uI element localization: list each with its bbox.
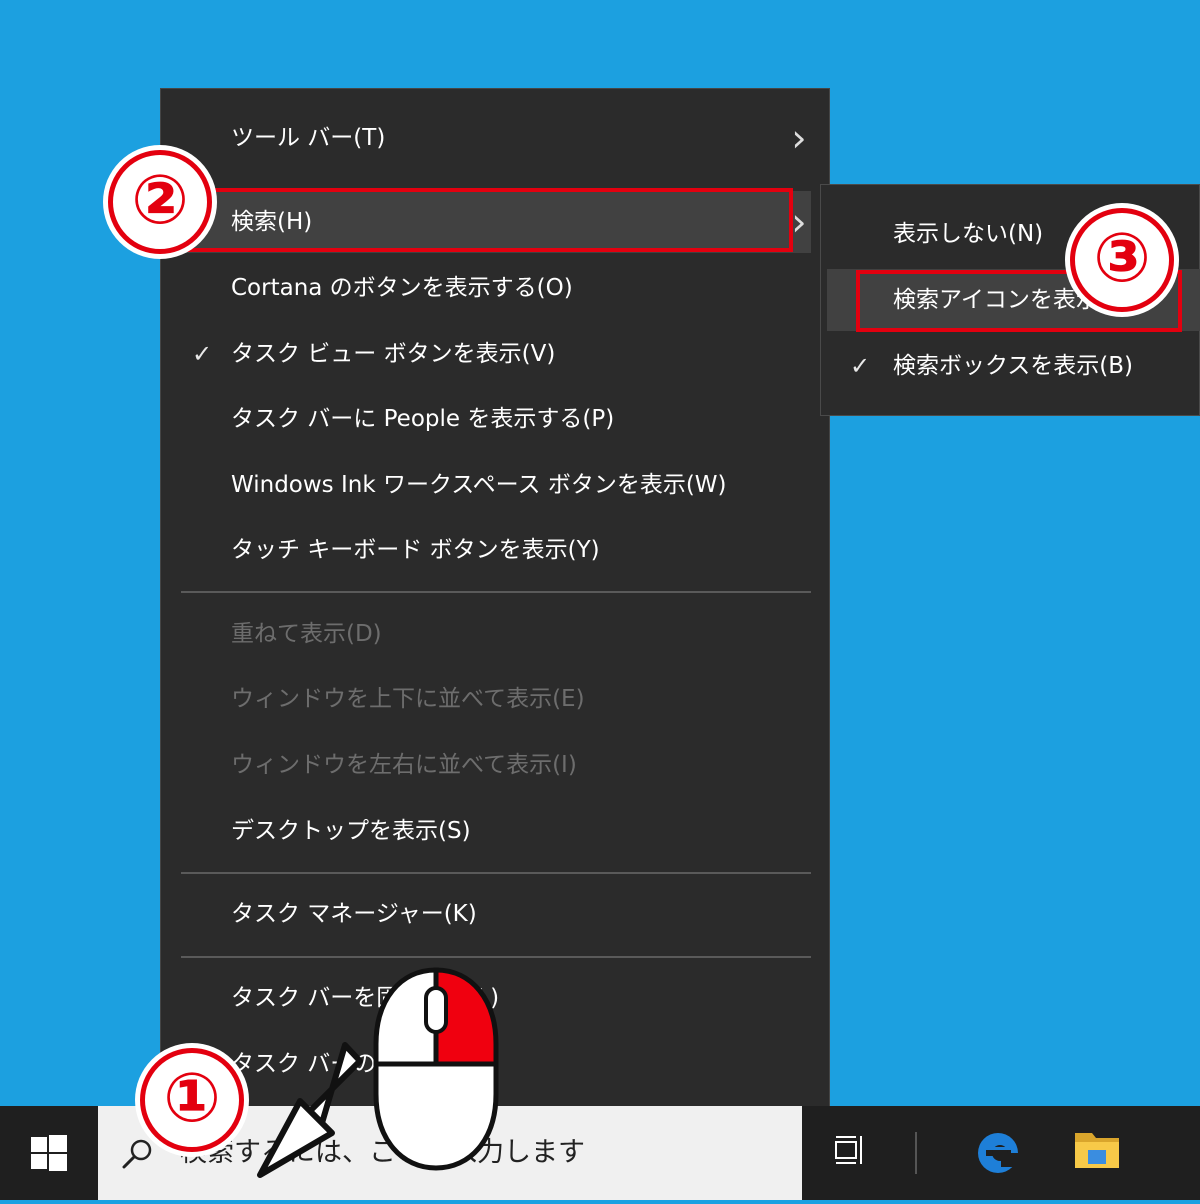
menu-item-cascade-windows: 重ねて表示(D) — [181, 603, 811, 665]
step-number: ③ — [1093, 219, 1151, 298]
menu-item-task-manager[interactable]: タスク マネージャー(K) — [181, 883, 811, 945]
menu-item-label: 重ねて表示(D) — [231, 621, 382, 647]
step-1-badge: ① — [140, 1048, 244, 1152]
highlight-box-search-item — [184, 188, 793, 252]
menu-item-label: タスク バーに People を表示する(P) — [231, 406, 615, 432]
menu-item-label: タスク ビュー ボタンを表示(V) — [231, 341, 556, 367]
menu-item-show-task-view-button[interactable]: ✓ タスク ビュー ボタンを表示(V) — [181, 323, 811, 385]
menu-separator — [181, 872, 811, 874]
step-2-badge: ② — [108, 150, 212, 254]
checkmark-icon: ✓ — [191, 340, 213, 368]
menu-item-toolbars[interactable]: ツール バー(T) › — [181, 107, 811, 169]
menu-separator — [181, 956, 811, 958]
file-explorer-button[interactable] — [1062, 1106, 1132, 1200]
start-button[interactable] — [0, 1106, 96, 1200]
step-number: ① — [163, 1059, 221, 1138]
mouse-illustration-icon — [373, 967, 499, 1171]
submenu-item-show-search-box[interactable]: ✓ 検索ボックスを表示(B) — [827, 335, 1200, 397]
edge-icon — [978, 1133, 1021, 1173]
step-number: ② — [131, 161, 189, 240]
taskbar-divider — [912, 1106, 920, 1200]
menu-item-label: 表示しない(N) — [893, 221, 1044, 247]
menu-item-show-desktop[interactable]: デスクトップを表示(S) — [181, 800, 811, 862]
menu-item-show-cortana-button[interactable]: Cortana のボタンを表示する(O) — [181, 257, 811, 319]
menu-item-label: Cortana のボタンを表示する(O) — [231, 275, 573, 301]
menu-item-label: タスク マネージャー(K) — [231, 901, 477, 927]
edge-button[interactable] — [966, 1106, 1030, 1200]
menu-separator — [181, 591, 811, 593]
step-3-badge: ③ — [1070, 208, 1174, 312]
windows-start-icon — [31, 1135, 67, 1171]
chevron-right-icon: › — [791, 116, 807, 160]
menu-item-stack-windows: ウィンドウを上下に並べて表示(E) — [181, 668, 811, 730]
menu-item-label: ツール バー(T) — [231, 125, 386, 151]
menu-item-side-by-side-windows: ウィンドウを左右に並べて表示(I) — [181, 734, 811, 796]
task-view-icon — [835, 1136, 862, 1164]
menu-item-label: デスクトップを表示(S) — [231, 818, 471, 844]
menu-item-label: 検索ボックスを表示(B) — [893, 353, 1134, 379]
menu-item-show-windows-ink[interactable]: Windows Ink ワークスペース ボタンを表示(W) — [181, 454, 811, 516]
pointer-arrow-icon — [257, 1042, 363, 1178]
menu-item-show-people[interactable]: タスク バーに People を表示する(P) — [181, 388, 811, 450]
checkmark-icon: ✓ — [849, 352, 871, 380]
menu-item-label: タッチ キーボード ボタンを表示(Y) — [231, 537, 600, 563]
menu-item-label: ウィンドウを上下に並べて表示(E) — [231, 686, 585, 712]
menu-item-label: Windows Ink ワークスペース ボタンを表示(W) — [231, 472, 727, 498]
menu-item-show-touch-keyboard[interactable]: タッチ キーボード ボタンを表示(Y) — [181, 519, 811, 581]
file-explorer-icon — [1075, 1133, 1119, 1168]
task-view-button[interactable] — [820, 1106, 880, 1200]
menu-item-label: ウィンドウを左右に並べて表示(I) — [231, 752, 577, 778]
